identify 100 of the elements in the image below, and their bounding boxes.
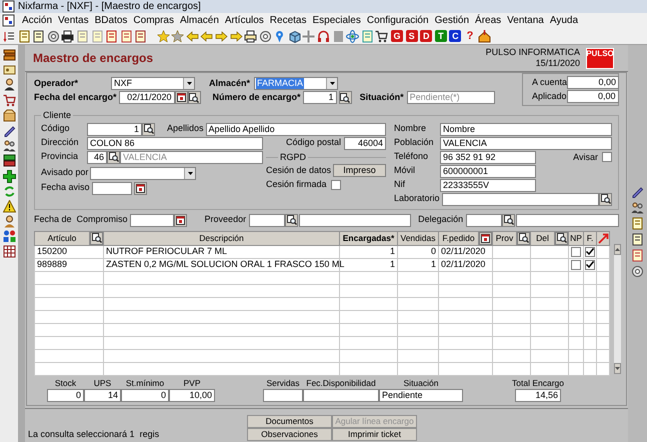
input-field[interactable]: Nombre <box>440 122 612 136</box>
column-header[interactable]: Artículo <box>34 231 90 245</box>
input-field[interactable]: 0,00 <box>566 90 619 103</box>
toolbar-button[interactable] <box>2 48 16 61</box>
input-field[interactable]: Apellido Apellido <box>206 122 386 136</box>
scrollbar[interactable] <box>614 244 621 374</box>
input-field[interactable]: 10,00 <box>169 388 215 402</box>
checkbox[interactable] <box>571 246 581 256</box>
input-field[interactable]: 14,56 <box>515 388 561 402</box>
input-field[interactable] <box>442 192 599 206</box>
toolbar-button[interactable] <box>244 30 258 42</box>
checkbox[interactable] <box>571 260 581 270</box>
toolbar-button[interactable] <box>631 233 644 246</box>
input-field[interactable]: VALENCIA <box>440 136 612 150</box>
checkbox[interactable] <box>331 180 341 190</box>
action-button[interactable]: Documentos <box>247 414 332 428</box>
column-header[interactable]: NP <box>568 231 584 245</box>
toolbar-button[interactable]: D <box>420 30 432 42</box>
input-field[interactable]: 0 <box>47 388 84 402</box>
menu-item[interactable]: Recetas <box>270 14 306 26</box>
toolbar-button[interactable] <box>258 30 272 42</box>
toolbar-button[interactable] <box>2 78 16 92</box>
toolbar-button[interactable]: G <box>391 30 404 42</box>
menu-item[interactable]: Acción <box>22 14 52 26</box>
checkbox[interactable] <box>585 246 595 256</box>
menu-item[interactable]: Especiales <box>312 14 361 26</box>
toolbar-button[interactable] <box>631 185 644 198</box>
toolbar-button[interactable]: S <box>406 30 418 42</box>
calendar-button[interactable] <box>134 182 147 194</box>
toolbar-button[interactable] <box>2 215 16 228</box>
toolbar-button[interactable] <box>631 201 644 214</box>
toolbar-button[interactable] <box>2 170 16 182</box>
column-header[interactable]: Del <box>530 231 554 245</box>
input-field[interactable] <box>466 214 502 226</box>
menu-item[interactable]: Gestión <box>434 14 470 26</box>
menu-item[interactable]: BDatos <box>94 14 128 26</box>
search-button[interactable] <box>188 91 201 104</box>
column-header[interactable]: Encargadas* <box>340 231 398 245</box>
input-field[interactable]: 0 <box>121 388 169 402</box>
calendar-button[interactable] <box>174 214 187 226</box>
input-field[interactable] <box>263 388 303 402</box>
menu-item[interactable]: Artículos <box>224 14 264 26</box>
input-field[interactable]: 1 <box>87 122 142 136</box>
input-field[interactable]: 96 352 91 92 <box>440 150 536 164</box>
toolbar-button[interactable]: ? <box>464 30 476 42</box>
toolbar-button[interactable] <box>61 30 74 42</box>
column-header[interactable]: Prov <box>492 231 516 245</box>
input-field[interactable]: COLON 86 <box>87 136 263 150</box>
menu-item[interactable]: Ventas <box>58 14 89 26</box>
input-field[interactable] <box>516 214 619 226</box>
toolbar-button[interactable]: T <box>434 30 447 42</box>
search-button[interactable] <box>517 232 530 244</box>
input-field[interactable]: 22333555V <box>440 178 536 192</box>
input-field[interactable]: 1 <box>302 91 337 104</box>
menu-item[interactable]: Áreas <box>475 14 502 26</box>
input-field[interactable] <box>92 182 132 194</box>
column-header[interactable]: Descripción <box>104 231 340 245</box>
menu-item[interactable]: Configuración <box>366 14 429 26</box>
menu-item[interactable]: Ventana <box>507 14 544 26</box>
search-button[interactable] <box>555 232 568 244</box>
column-header[interactable]: F. <box>584 231 596 245</box>
dropdown[interactable]: FARMACIA <box>254 77 338 90</box>
input-field[interactable] <box>299 214 412 226</box>
toolbar-button[interactable] <box>2 245 16 258</box>
checkbox[interactable] <box>585 260 595 270</box>
toolbar-button[interactable] <box>375 30 388 42</box>
input-field[interactable] <box>249 214 286 226</box>
dropdown[interactable] <box>90 166 196 180</box>
search-button[interactable] <box>285 214 298 226</box>
toolbar-button[interactable] <box>2 200 16 213</box>
toolbar-button[interactable] <box>2 154 16 168</box>
toolbar-button[interactable] <box>2 94 16 107</box>
toolbar-button[interactable] <box>3 30 16 42</box>
search-button[interactable] <box>90 232 103 244</box>
menu-item[interactable]: Ayuda <box>550 14 578 26</box>
action-button[interactable]: Imprimir ticket <box>332 428 417 440</box>
input-field[interactable]: 600000001 <box>440 164 536 178</box>
input-field[interactable] <box>303 388 379 402</box>
search-button[interactable] <box>142 122 155 136</box>
toolbar-button[interactable] <box>2 139 16 152</box>
input-field[interactable]: 0,00 <box>567 76 620 89</box>
toolbar-button[interactable] <box>478 30 491 42</box>
toolbar-button[interactable] <box>32 30 46 42</box>
column-header[interactable]: Vendidas <box>398 231 438 245</box>
search-button[interactable] <box>107 150 120 164</box>
action-button[interactable]: Observaciones <box>247 428 332 440</box>
print-button[interactable]: Impreso <box>333 164 386 177</box>
calendar-button[interactable] <box>479 232 492 244</box>
input-field[interactable]: 14 <box>84 388 121 402</box>
calendar-button[interactable] <box>174 91 188 104</box>
toolbar-button[interactable] <box>2 124 16 137</box>
toolbar-button[interactable] <box>631 265 644 278</box>
toolbar-button[interactable] <box>288 30 301 42</box>
menu-item[interactable]: Almacén <box>180 14 219 26</box>
input-field[interactable]: 46004 <box>344 136 386 150</box>
input-field[interactable]: Pendiente <box>379 388 463 402</box>
search-button[interactable] <box>502 214 516 226</box>
checkbox[interactable] <box>602 152 612 162</box>
input-field[interactable]: 02/11/2020 <box>118 91 175 104</box>
search-button[interactable] <box>338 91 352 104</box>
